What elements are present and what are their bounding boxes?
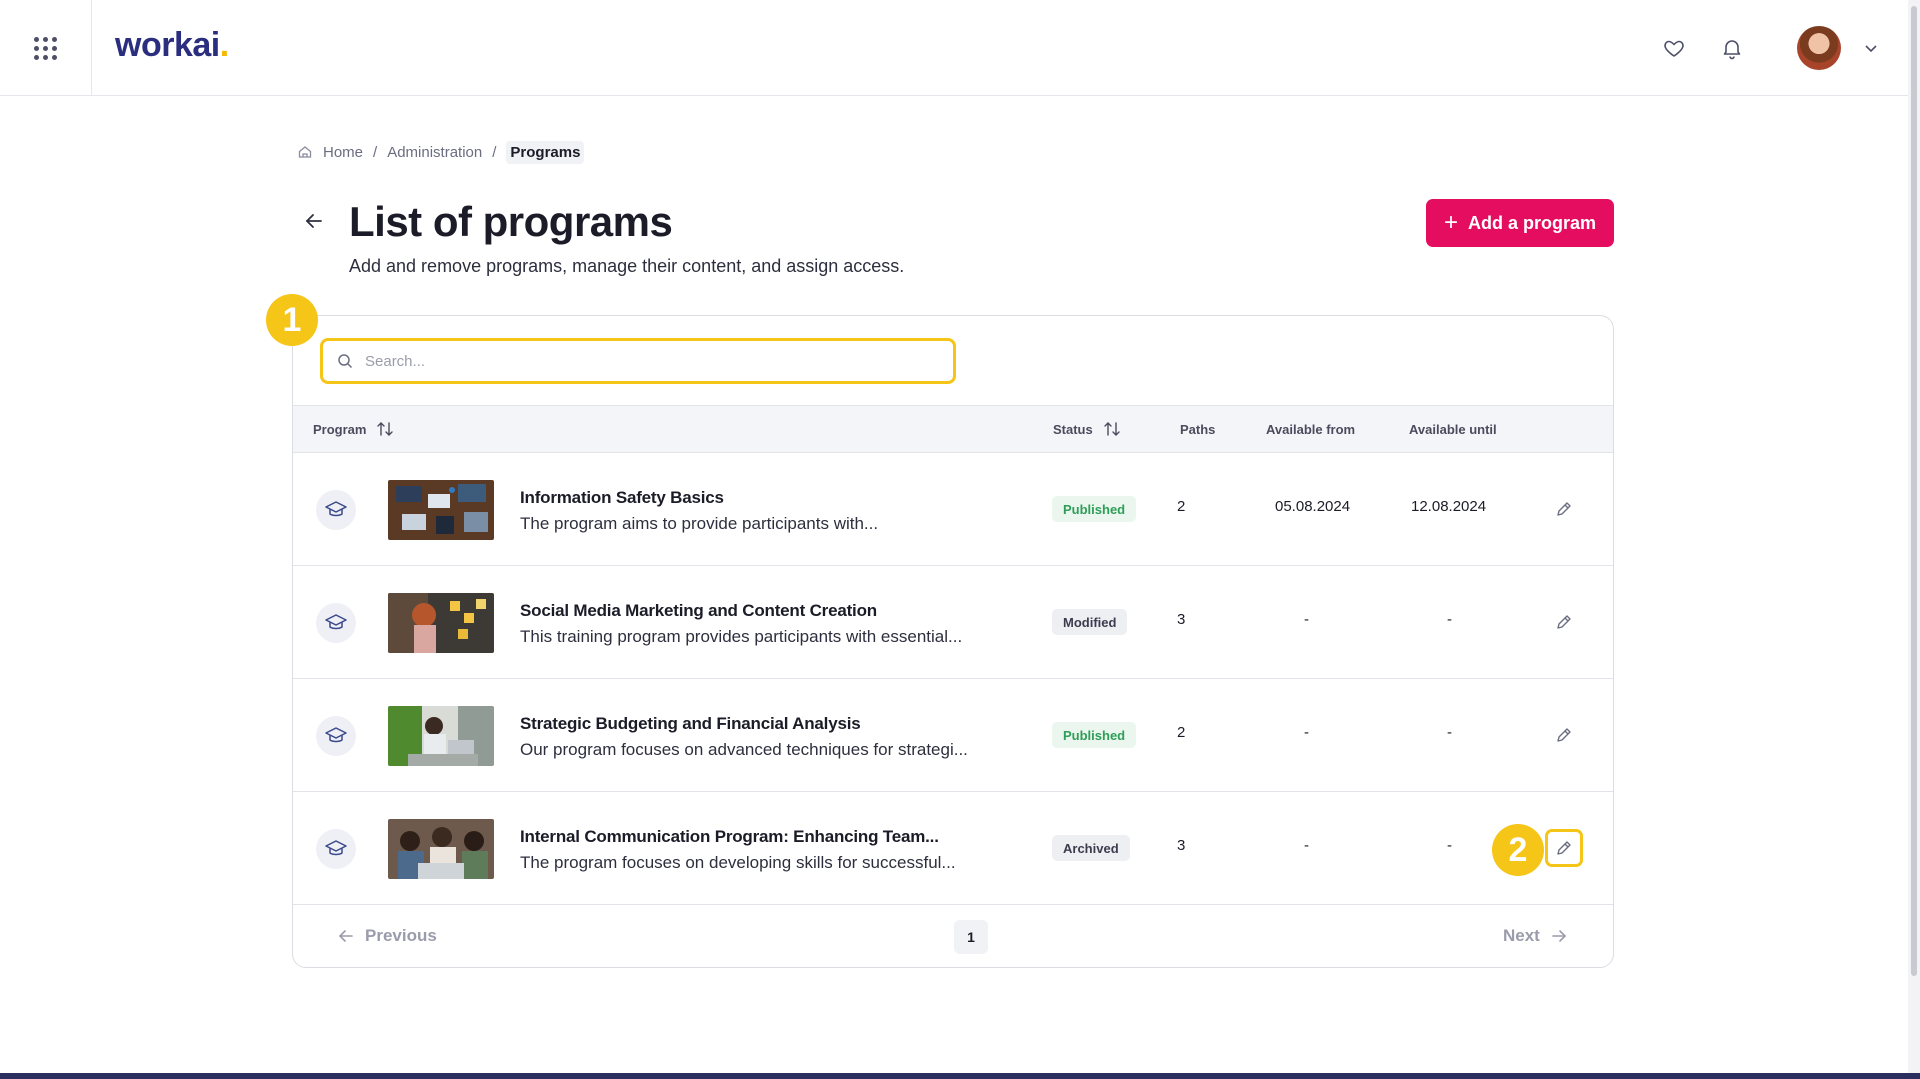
page-title: List of programs bbox=[349, 198, 673, 245]
paths-count: 2 bbox=[1177, 724, 1186, 741]
breadcrumb-current: Programs bbox=[506, 140, 585, 164]
notifications-button[interactable] bbox=[1716, 32, 1748, 64]
available-until: - bbox=[1447, 611, 1452, 628]
edit-button[interactable] bbox=[1546, 604, 1582, 640]
graduation-cap-icon bbox=[316, 716, 356, 756]
header-available-from: Available from bbox=[1266, 421, 1356, 437]
scrollbar-thumb[interactable] bbox=[1911, 6, 1917, 976]
table-row[interactable]: Information Safety Basics The program ai… bbox=[293, 453, 1613, 566]
add-program-button[interactable]: + Add a program bbox=[1426, 199, 1614, 247]
program-thumbnail bbox=[388, 819, 494, 879]
paths-count: 3 bbox=[1177, 611, 1186, 628]
page-subtitle: Add and remove programs, manage their co… bbox=[349, 256, 905, 276]
program-title[interactable]: Social Media Marketing and Content Creat… bbox=[520, 601, 877, 621]
breadcrumb-administration[interactable]: Administration bbox=[387, 144, 482, 161]
program-title[interactable]: Information Safety Basics bbox=[520, 488, 724, 508]
available-from: - bbox=[1304, 724, 1309, 741]
paths-count: 2 bbox=[1177, 498, 1186, 515]
apps-grid-icon bbox=[34, 36, 57, 60]
sort-icon[interactable] bbox=[1103, 420, 1121, 438]
breadcrumb: Home / Administration / Programs bbox=[297, 140, 585, 164]
plus-icon: + bbox=[1443, 209, 1458, 236]
program-description: The program focuses on developing skills… bbox=[520, 853, 956, 872]
breadcrumb-separator: / bbox=[492, 143, 497, 161]
top-bar: workai. bbox=[0, 0, 1908, 96]
arrow-left-icon bbox=[338, 930, 353, 942]
graduation-cap-icon bbox=[316, 829, 356, 869]
breadcrumb-separator: / bbox=[373, 143, 378, 161]
graduation-cap-icon bbox=[316, 490, 356, 530]
apps-grid-button[interactable] bbox=[0, 0, 92, 96]
available-from: - bbox=[1304, 611, 1309, 628]
available-from: 05.08.2024 bbox=[1275, 498, 1351, 515]
program-description: The program aims to provide participants… bbox=[520, 514, 879, 533]
table-header: Program Status Paths Available from Avai… bbox=[293, 405, 1613, 453]
search-icon bbox=[338, 354, 353, 369]
previous-page-button[interactable]: Previous bbox=[337, 926, 437, 946]
status-badge: Modified bbox=[1052, 609, 1128, 635]
header-program: Program bbox=[313, 406, 394, 452]
pencil-icon bbox=[1557, 615, 1571, 629]
chevron-down-icon bbox=[1865, 45, 1877, 53]
header-paths: Paths bbox=[1180, 421, 1216, 437]
edit-button[interactable] bbox=[1546, 491, 1582, 527]
table-row[interactable]: Strategic Budgeting and Financial Analys… bbox=[293, 679, 1613, 792]
status-badge: Published bbox=[1052, 722, 1137, 748]
header-available-until: Available until bbox=[1409, 421, 1497, 437]
pencil-icon bbox=[1557, 841, 1571, 855]
sort-icon[interactable] bbox=[376, 420, 394, 438]
home-icon bbox=[298, 146, 312, 158]
arrow-left-icon bbox=[305, 214, 322, 228]
search-box[interactable] bbox=[320, 338, 956, 384]
favorites-button[interactable] bbox=[1658, 32, 1690, 64]
heart-icon bbox=[1664, 40, 1684, 57]
status-badge: Published bbox=[1052, 496, 1137, 522]
header-status-label: Status bbox=[1053, 421, 1093, 437]
available-from: - bbox=[1304, 837, 1309, 854]
workai-logo[interactable]: workai. bbox=[115, 26, 229, 65]
previous-label: Previous bbox=[365, 926, 437, 945]
next-label: Next bbox=[1503, 926, 1540, 945]
search-input[interactable] bbox=[365, 352, 925, 370]
program-thumbnail bbox=[388, 593, 494, 653]
user-menu-toggle[interactable] bbox=[1855, 32, 1887, 64]
next-page-button[interactable]: Next bbox=[1503, 926, 1568, 946]
program-title[interactable]: Strategic Budgeting and Financial Analys… bbox=[520, 714, 861, 734]
program-title[interactable]: Internal Communication Program: Enhancin… bbox=[520, 827, 939, 847]
bottom-bar bbox=[0, 1073, 1920, 1079]
pagination: Previous 1 Next bbox=[293, 906, 1613, 967]
add-program-label: Add a program bbox=[1468, 212, 1597, 233]
step-badge-1: 1 bbox=[266, 294, 318, 346]
header-status: Status bbox=[1053, 406, 1121, 452]
status-badge: Archived bbox=[1052, 835, 1130, 861]
back-button[interactable] bbox=[300, 207, 328, 235]
user-avatar[interactable] bbox=[1797, 26, 1841, 70]
header-program-label: Program bbox=[313, 421, 367, 437]
breadcrumb-home[interactable]: Home bbox=[323, 144, 363, 161]
pencil-icon bbox=[1557, 502, 1571, 516]
available-until: - bbox=[1447, 837, 1452, 854]
available-until: 12.08.2024 bbox=[1411, 498, 1487, 515]
step-badge-2: 2 bbox=[1492, 824, 1544, 876]
table-row[interactable]: Internal Communication Program: Enhancin… bbox=[293, 792, 1613, 905]
edit-button[interactable] bbox=[1546, 717, 1582, 753]
program-description: Our program focuses on advanced techniqu… bbox=[520, 740, 968, 759]
program-thumbnail bbox=[388, 480, 494, 540]
program-thumbnail bbox=[388, 706, 494, 766]
edit-button[interactable] bbox=[1545, 829, 1583, 867]
programs-card: Program Status Paths Available from Avai… bbox=[292, 315, 1614, 968]
arrow-right-icon bbox=[1552, 930, 1566, 942]
available-until: - bbox=[1447, 724, 1452, 741]
bell-icon bbox=[1723, 40, 1741, 60]
paths-count: 3 bbox=[1177, 837, 1186, 854]
program-description: This training program provides participa… bbox=[520, 627, 963, 646]
pencil-icon bbox=[1557, 728, 1571, 742]
page-number[interactable]: 1 bbox=[954, 920, 988, 954]
graduation-cap-icon bbox=[316, 603, 356, 643]
table-row[interactable]: Social Media Marketing and Content Creat… bbox=[293, 566, 1613, 679]
